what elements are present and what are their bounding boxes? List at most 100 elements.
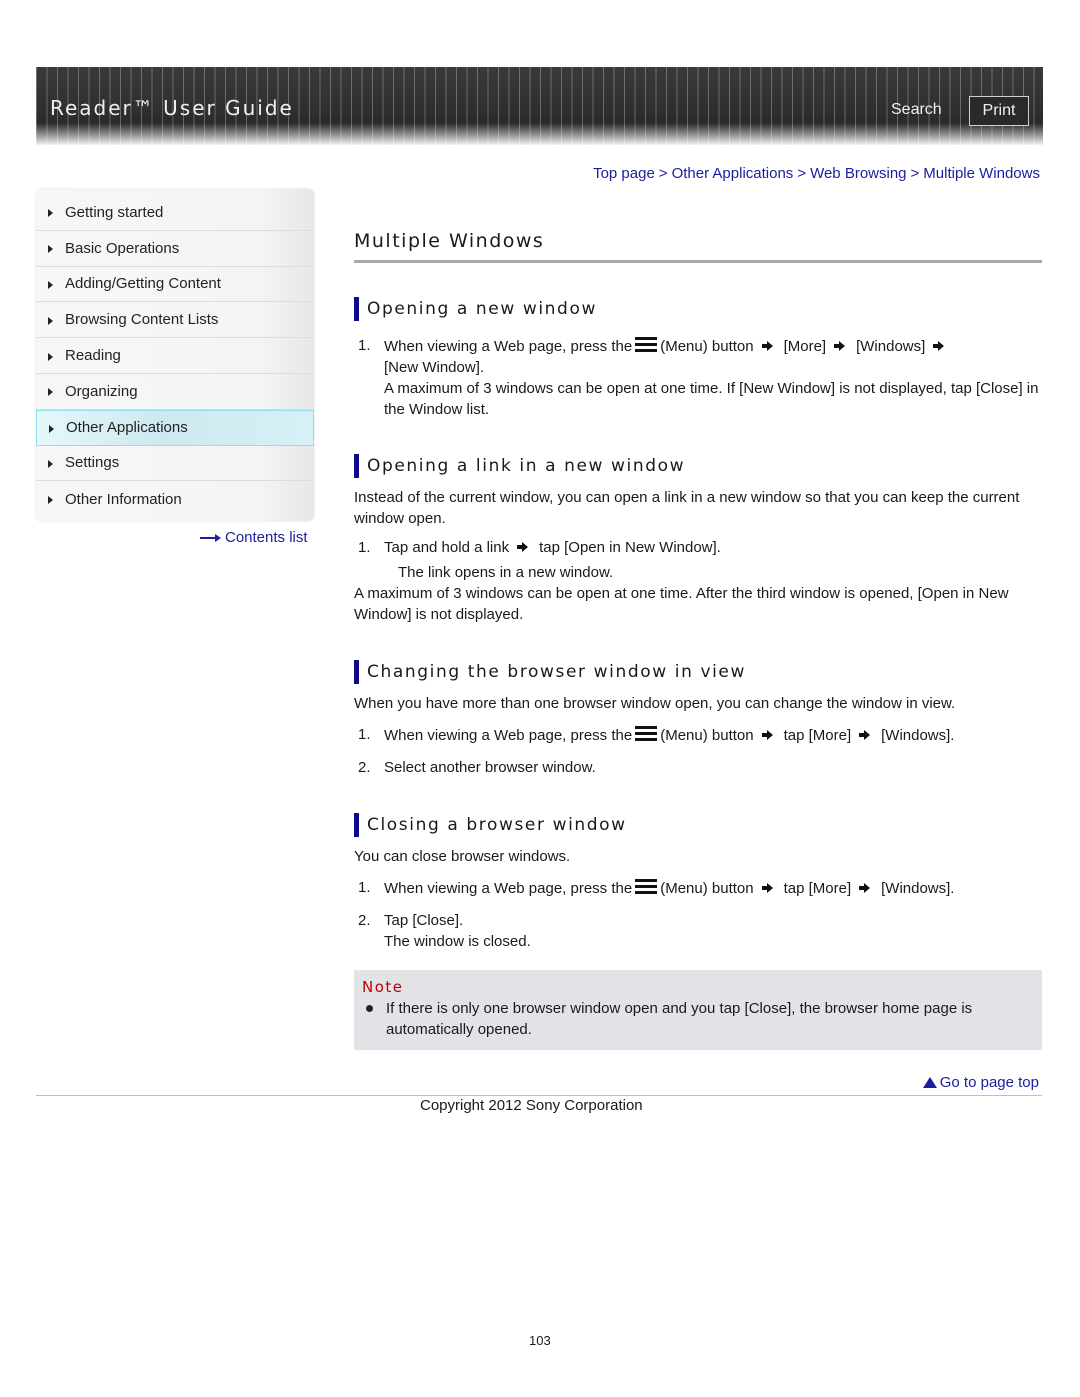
triangle-right-icon xyxy=(48,459,53,468)
note-box: Note If there is only one browser window… xyxy=(354,970,1042,1050)
triangle-right-icon xyxy=(48,245,53,254)
step-number: 1. xyxy=(358,337,371,354)
section-heading: Changing the browser window in view xyxy=(354,660,1042,684)
section-heading-text: Changing the browser window in view xyxy=(367,662,746,682)
section-heading: Opening a link in a new window xyxy=(354,454,1042,478)
contents-list-link[interactable]: Contents list xyxy=(200,529,308,546)
sidebar-item-adding-getting-content[interactable]: Adding/Getting Content xyxy=(36,267,314,303)
go-to-page-top-link[interactable]: Go to page top xyxy=(922,1074,1039,1091)
section-intro: You can close browser windows. xyxy=(354,848,571,865)
arrow-right-icon xyxy=(761,730,774,740)
breadcrumb-web-browsing[interactable]: Web Browsing xyxy=(810,165,906,182)
sidebar-item-label: Organizing xyxy=(65,382,138,400)
section-heading: Opening a new window xyxy=(354,297,1042,321)
breadcrumb-multiple-windows[interactable]: Multiple Windows xyxy=(923,165,1040,182)
section-opening-link-new-window: Opening a link in a new window Instead o… xyxy=(354,454,1042,625)
sidebar-item-other-applications[interactable]: Other Applications xyxy=(36,409,314,446)
sidebar-item-settings[interactable]: Settings xyxy=(36,446,314,482)
step-text: When viewing a Web page, press the xyxy=(384,727,633,744)
step-text: (Menu) button xyxy=(660,338,754,355)
triangle-right-icon xyxy=(49,424,54,433)
triangle-right-icon xyxy=(48,496,53,505)
arrow-right-icon xyxy=(933,341,945,351)
triangle-right-icon xyxy=(48,316,53,325)
sidebar-item-label: Other Information xyxy=(65,490,182,508)
step-item: 1. Tap and hold a link tap [Open in New W… xyxy=(354,537,1042,583)
section-changing-window-in-view: Changing the browser window in view When… xyxy=(354,660,1042,778)
footer-divider xyxy=(36,1095,1042,1096)
step-item: 1. When viewing a Web page, press the (Me… xyxy=(354,724,1042,746)
section-intro: When you have more than one browser wind… xyxy=(354,695,956,712)
triangle-right-icon xyxy=(48,209,53,218)
heading-bar-icon xyxy=(354,297,359,321)
sidebar-item-getting-started[interactable]: Getting started xyxy=(36,195,314,231)
breadcrumb-separator: > xyxy=(658,165,668,182)
sidebar-item-basic-operations[interactable]: Basic Operations xyxy=(36,231,314,267)
print-button[interactable]: Print xyxy=(969,96,1029,126)
header-banner: Reader™ User Guide Search Print xyxy=(36,67,1043,145)
sidebar-item-label: Other Applications xyxy=(66,419,188,437)
contents-list-label: Contents list xyxy=(225,529,308,546)
step-number: 1. xyxy=(358,879,371,896)
bullet-icon xyxy=(366,1005,373,1012)
sidebar-item-label: Reading xyxy=(65,347,121,365)
note-item: If there is only one browser window open… xyxy=(362,998,1032,1040)
step-item: 2. Select another browser window. xyxy=(354,757,1042,778)
breadcrumb-separator: > xyxy=(797,165,807,182)
page-number: 103 xyxy=(529,1333,551,1348)
arrow-right-icon xyxy=(761,883,774,893)
arrow-right-icon xyxy=(859,730,871,740)
note-title: Note xyxy=(362,978,404,996)
step-text: Tap [Close]. xyxy=(384,912,464,929)
sidebar-item-label: Settings xyxy=(65,454,120,472)
arrow-right-icon xyxy=(517,542,529,552)
main-content: Multiple Windows Opening a new window 1.… xyxy=(354,230,1042,1050)
sidebar-item-other-information[interactable]: Other Information xyxy=(36,481,314,517)
go-to-page-top-label: Go to page top xyxy=(939,1074,1039,1091)
step-text: tap [More] xyxy=(783,880,852,897)
step-detail: A maximum of 3 windows can be open at on… xyxy=(384,380,1039,418)
search-button[interactable]: Search xyxy=(891,101,942,119)
step-number: 2. xyxy=(358,759,371,776)
menu-icon xyxy=(635,877,658,895)
step-text: [Windows]. xyxy=(881,880,955,897)
sidebar-item-organizing[interactable]: Organizing xyxy=(36,374,314,410)
arrow-right-icon xyxy=(859,883,871,893)
sidebar-item-label: Browsing Content Lists xyxy=(65,311,219,329)
breadcrumb-separator: > xyxy=(910,165,920,182)
section-heading-text: Closing a browser window xyxy=(367,815,627,835)
menu-icon xyxy=(635,724,658,742)
step-text: [More] xyxy=(783,338,827,355)
step-detail: The window is closed. xyxy=(384,933,531,950)
section-heading-text: Opening a new window xyxy=(367,299,597,319)
sidebar-nav: Getting started Basic Operations Adding/… xyxy=(36,189,314,521)
breadcrumb-other-applications[interactable]: Other Applications xyxy=(672,165,794,182)
breadcrumb-top-page[interactable]: Top page xyxy=(593,165,655,182)
sidebar-item-browsing-content-lists[interactable]: Browsing Content Lists xyxy=(36,302,314,339)
triangle-right-icon xyxy=(48,280,53,289)
section-intro: Instead of the current window, you can o… xyxy=(354,489,1020,527)
section-opening-new-window: Opening a new window 1. When viewing a W… xyxy=(354,297,1042,420)
arrow-right-icon xyxy=(200,533,222,543)
step-text: tap [More] xyxy=(783,727,852,744)
heading-bar-icon xyxy=(354,813,359,837)
step-item: 1. When viewing a Web page, press the (Me… xyxy=(354,335,1042,420)
step-text: Select another browser window. xyxy=(384,759,596,776)
step-number: 1. xyxy=(358,539,371,556)
note-text: If there is only one browser window open… xyxy=(386,1000,973,1038)
section-outro: A maximum of 3 windows can be open at on… xyxy=(354,585,1009,623)
step-text: [New Window]. xyxy=(384,359,485,376)
section-heading: Closing a browser window xyxy=(354,813,1042,837)
step-text: [Windows] xyxy=(856,338,926,355)
step-text: [Windows]. xyxy=(881,727,955,744)
app-title: Reader™ User Guide xyxy=(50,96,294,120)
heading-bar-icon xyxy=(354,660,359,684)
step-text: When viewing a Web page, press the xyxy=(384,880,633,897)
heading-bar-icon xyxy=(354,454,359,478)
step-text: (Menu) button xyxy=(660,880,754,897)
sidebar-item-label: Adding/Getting Content xyxy=(65,275,221,293)
step-text: When viewing a Web page, press the xyxy=(384,338,633,355)
sidebar-item-reading[interactable]: Reading xyxy=(36,338,314,374)
sidebar-item-label: Basic Operations xyxy=(65,239,180,257)
section-heading-text: Opening a link in a new window xyxy=(367,456,686,476)
